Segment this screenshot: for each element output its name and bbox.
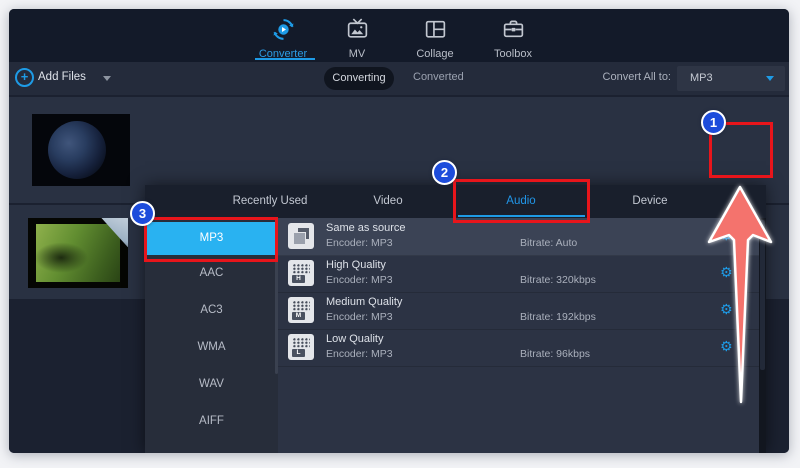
- quality-row-same-as-source[interactable]: Same as source Encoder: MP3 Bitrate: Aut…: [278, 218, 759, 256]
- collage-icon: [423, 17, 448, 43]
- gear-icon[interactable]: ⚙: [720, 338, 733, 356]
- convert-all-to-dropdown[interactable]: MP3: [677, 66, 785, 91]
- gear-icon[interactable]: ⚙: [720, 301, 733, 319]
- gear-icon[interactable]: ⚙: [720, 227, 733, 245]
- mv-icon: [345, 17, 370, 43]
- format-selection-panel: Recently Used Video Audio Device MP3 AAC…: [145, 185, 766, 453]
- converter-icon: [271, 17, 296, 43]
- screenshot-stage: Converter MV: [0, 0, 800, 468]
- sidebar-item-mp3[interactable]: MP3: [145, 222, 278, 255]
- add-files-plus-icon[interactable]: +: [15, 68, 34, 87]
- add-files-button[interactable]: Add Files: [38, 71, 86, 83]
- toolbar: + Add Files Converting Converted Convert…: [9, 62, 789, 95]
- quality-row-medium[interactable]: M Medium Quality Encoder: MP3 Bitrate: 1…: [278, 292, 759, 330]
- top-navigation-bar: Converter MV: [9, 9, 789, 62]
- convert-all-to-value: MP3: [690, 72, 713, 84]
- tab-toolbox-label: Toolbox: [475, 48, 551, 60]
- quality-list: Same as source Encoder: MP3 Bitrate: Aut…: [278, 218, 759, 453]
- tab-toolbox[interactable]: Toolbox: [475, 17, 551, 60]
- copy-source-icon: [288, 223, 314, 249]
- sidebar-item-ac3[interactable]: AC3: [145, 292, 278, 329]
- medium-quality-icon: M: [288, 297, 314, 323]
- tab-recently-used[interactable]: Recently Used: [203, 185, 337, 218]
- active-tab-underline: [255, 58, 315, 60]
- tab-converter[interactable]: Converter: [245, 17, 321, 60]
- file1-thumbnail: [32, 114, 130, 186]
- sidebar-item-wav[interactable]: WAV: [145, 366, 278, 403]
- quality-row-low[interactable]: L Low Quality Encoder: MP3 Bitrate: 96kb…: [278, 329, 759, 367]
- convert-all-to-label: Convert All to:: [587, 71, 671, 83]
- bunny-image: [36, 224, 120, 282]
- audio-tab-underline: [458, 215, 585, 217]
- quality-list-scrollbar[interactable]: [759, 218, 766, 453]
- gear-icon[interactable]: ⚙: [720, 264, 733, 282]
- tab-device[interactable]: Device: [590, 185, 710, 218]
- low-quality-icon: L: [288, 334, 314, 360]
- queue-tab-converted[interactable]: Converted: [413, 71, 464, 83]
- sidebar-item-aac[interactable]: AAC: [145, 255, 278, 292]
- app-window: Converter MV: [9, 9, 789, 453]
- format-sidebar: MP3 AAC AC3 WMA WAV AIFF: [145, 218, 278, 453]
- tab-mv-label: MV: [319, 48, 395, 60]
- tab-collage-label: Collage: [397, 48, 473, 60]
- sidebar-item-aiff[interactable]: AIFF: [145, 403, 278, 440]
- file2-thumbnail: [28, 218, 128, 288]
- toolbox-icon: [501, 17, 526, 43]
- tab-mv[interactable]: MV: [319, 17, 395, 60]
- tab-collage[interactable]: Collage: [397, 17, 473, 60]
- tab-audio[interactable]: Audio: [456, 185, 586, 218]
- high-quality-icon: H: [288, 260, 314, 286]
- earth-image: [48, 121, 106, 179]
- add-files-caret-icon[interactable]: [103, 76, 111, 81]
- sidebar-item-wma[interactable]: WMA: [145, 329, 278, 366]
- quality-row-high[interactable]: H High Quality Encoder: MP3 Bitrate: 320…: [278, 255, 759, 293]
- queue-tab-converting[interactable]: Converting: [324, 67, 394, 90]
- convert-all-caret-icon: [766, 76, 774, 81]
- tab-video[interactable]: Video: [328, 185, 448, 218]
- format-panel-tabs: Recently Used Video Audio Device: [145, 185, 766, 218]
